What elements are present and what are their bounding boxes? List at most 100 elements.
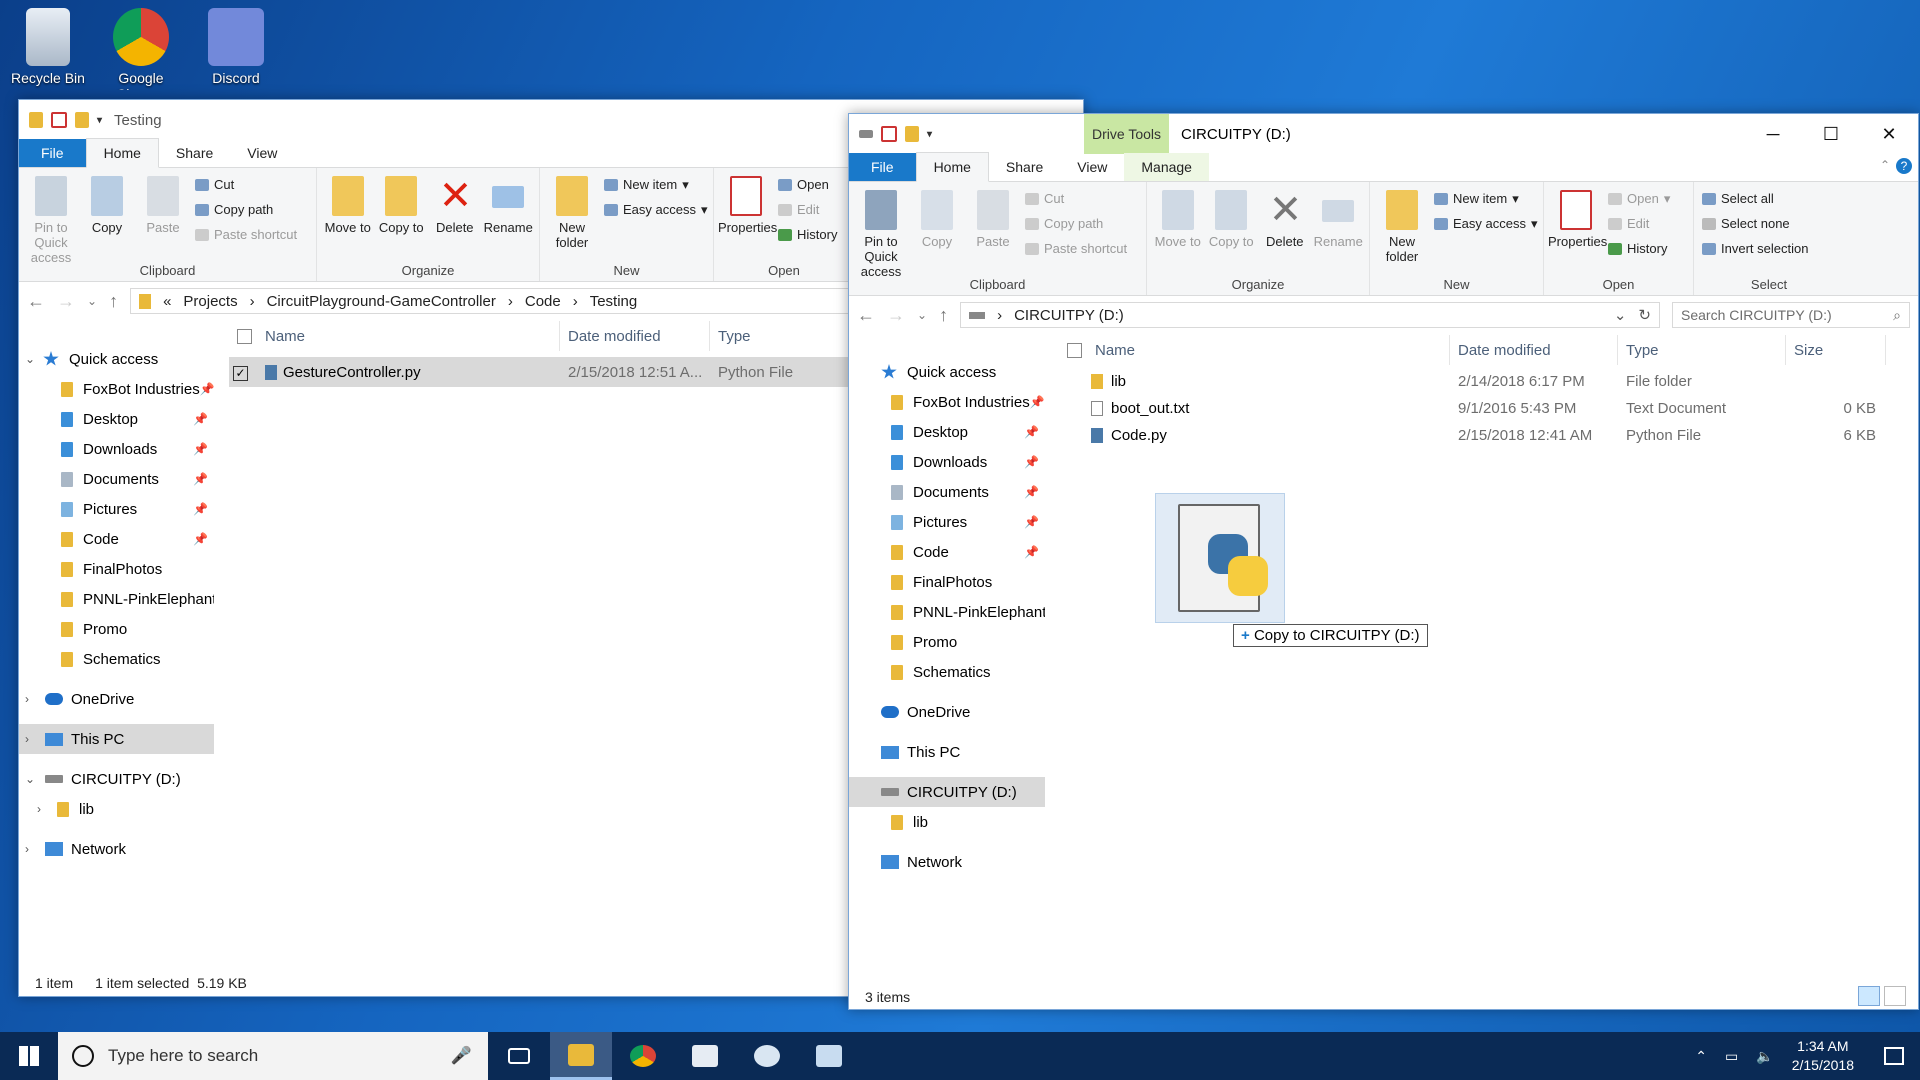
- table-row[interactable]: Code.py 2/15/2018 12:41 AM Python File 6…: [1059, 422, 1909, 449]
- breadcrumb-overflow[interactable]: «: [163, 293, 171, 310]
- nav-foxbot[interactable]: FoxBot Industries 📌: [849, 387, 1045, 417]
- desktop-icon-discord[interactable]: Discord: [188, 0, 284, 86]
- taskbar-photos[interactable]: [798, 1032, 860, 1080]
- nav-circuitpy[interactable]: CIRCUITPY (D:): [849, 777, 1045, 807]
- tab-file[interactable]: File: [849, 153, 916, 181]
- column-date[interactable]: Date modified: [560, 321, 710, 351]
- taskbar-editor[interactable]: [674, 1032, 736, 1080]
- table-row[interactable]: lib 2/14/2018 6:17 PM File folder: [1059, 368, 1909, 395]
- new-folder-icon[interactable]: [905, 126, 919, 142]
- nav-this-pc[interactable]: › This PC: [19, 724, 214, 754]
- nav-pnnl[interactable]: PNNL-PinkElephant: [849, 597, 1045, 627]
- table-row[interactable]: boot_out.txt 9/1/2016 5:43 PM Text Docum…: [1059, 395, 1909, 422]
- large-icons-view-icon[interactable]: [1884, 986, 1906, 1006]
- taskbar-file-explorer[interactable]: [550, 1032, 612, 1080]
- nav-downloads[interactable]: Downloads 📌: [19, 434, 214, 464]
- tab-home[interactable]: Home: [915, 152, 989, 182]
- nav-desktop[interactable]: Desktop 📌: [19, 404, 214, 434]
- taskbar-search[interactable]: Type here to search 🎤: [58, 1032, 488, 1080]
- minimize-button[interactable]: ─: [1744, 114, 1802, 154]
- action-center-icon[interactable]: [1884, 1047, 1904, 1065]
- edit-button[interactable]: Edit: [1608, 211, 1670, 236]
- refresh-icon[interactable]: ↻: [1638, 306, 1651, 324]
- new-item-button[interactable]: New item ▾: [1434, 186, 1538, 211]
- cut-button[interactable]: Cut: [1025, 186, 1127, 211]
- nav-onedrive[interactable]: OneDrive: [849, 697, 1045, 727]
- nav-onedrive[interactable]: › OneDrive: [19, 684, 214, 714]
- easy-access-button[interactable]: Easy access ▾: [604, 197, 708, 222]
- nav-pnnl[interactable]: PNNL-PinkElephant: [19, 584, 214, 614]
- microphone-icon[interactable]: 🎤: [451, 1046, 472, 1066]
- forward-arrow-icon[interactable]: →: [57, 291, 75, 312]
- address-dropdown-icon[interactable]: ⌄: [1614, 306, 1627, 324]
- expand-chevron-icon[interactable]: ›: [37, 802, 51, 816]
- clock[interactable]: 1:34 AM 2/15/2018: [1792, 1037, 1854, 1075]
- nav-desktop[interactable]: Desktop 📌: [849, 417, 1045, 447]
- collapse-ribbon-chevron-icon[interactable]: ⌃: [1880, 158, 1890, 172]
- nav-documents[interactable]: Documents 📌: [849, 477, 1045, 507]
- desktop-icon-chrome[interactable]: Google Chrome: [93, 0, 189, 90]
- select-none-button[interactable]: Select none: [1702, 211, 1808, 236]
- help-icon[interactable]: ?: [1896, 158, 1912, 174]
- cut-button[interactable]: Cut: [195, 172, 297, 197]
- task-view-button[interactable]: [488, 1032, 550, 1080]
- column-date[interactable]: Date modified: [1450, 335, 1618, 365]
- nav-network[interactable]: Network: [849, 847, 1045, 877]
- forward-arrow-icon[interactable]: →: [887, 305, 905, 326]
- column-size[interactable]: Size: [1786, 335, 1886, 365]
- address-bar[interactable]: › CIRCUITPY (D:) ⌄ ↻: [960, 302, 1660, 328]
- select-all-checkbox[interactable]: [229, 321, 257, 351]
- nav-schematics[interactable]: Schematics: [19, 644, 214, 674]
- open-button[interactable]: Open ▾: [1608, 186, 1670, 211]
- copy-path-button[interactable]: Copy path: [1025, 211, 1127, 236]
- maximize-button[interactable]: ☐: [1802, 114, 1860, 154]
- nav-promo[interactable]: Promo: [19, 614, 214, 644]
- paste-shortcut-button[interactable]: Paste shortcut: [1025, 236, 1127, 261]
- nav-foxbot[interactable]: FoxBot Industries 📌: [19, 374, 214, 404]
- collapse-chevron-icon[interactable]: ⌄: [25, 772, 39, 786]
- quick-access-toolbar[interactable]: ▾: [859, 126, 932, 142]
- breadcrumb-circuitplayground[interactable]: CircuitPlayground-GameController: [267, 293, 496, 310]
- battery-icon[interactable]: ▭: [1725, 1048, 1738, 1065]
- expand-chevron-icon[interactable]: ›: [25, 842, 39, 856]
- select-all-button[interactable]: Select all: [1702, 186, 1808, 211]
- back-arrow-icon[interactable]: ←: [27, 291, 45, 312]
- quick-access-toolbar[interactable]: ▾: [29, 112, 102, 128]
- open-button[interactable]: Open: [778, 172, 837, 197]
- expand-chevron-icon[interactable]: ›: [25, 692, 39, 706]
- properties-check-icon[interactable]: [881, 126, 897, 142]
- tab-view[interactable]: View: [230, 139, 294, 167]
- nav-code[interactable]: Code 📌: [849, 537, 1045, 567]
- column-type[interactable]: Type: [710, 321, 860, 351]
- tab-manage[interactable]: Manage: [1124, 153, 1209, 181]
- recent-chevron-icon[interactable]: ⌄: [917, 308, 927, 322]
- properties-check-icon[interactable]: [51, 112, 67, 128]
- nav-finalphotos[interactable]: FinalPhotos: [849, 567, 1045, 597]
- history-button[interactable]: History: [778, 222, 837, 247]
- column-type[interactable]: Type: [1618, 335, 1786, 365]
- nav-quick-access[interactable]: ⌄ Quick access: [19, 344, 214, 374]
- tab-share[interactable]: Share: [159, 139, 230, 167]
- tab-share[interactable]: Share: [989, 153, 1060, 181]
- nav-code[interactable]: Code 📌: [19, 524, 214, 554]
- nav-this-pc[interactable]: This PC: [849, 737, 1045, 767]
- history-button[interactable]: History: [1608, 236, 1670, 261]
- volume-icon[interactable]: 🔈: [1756, 1048, 1773, 1065]
- expand-chevron-icon[interactable]: ›: [25, 732, 39, 746]
- search-input[interactable]: Search CIRCUITPY (D:) ⌕: [1672, 302, 1910, 328]
- details-view-icon[interactable]: [1858, 986, 1880, 1006]
- easy-access-button[interactable]: Easy access ▾: [1434, 211, 1538, 236]
- nav-documents[interactable]: Documents 📌: [19, 464, 214, 494]
- copy-path-button[interactable]: Copy path: [195, 197, 297, 222]
- nav-promo[interactable]: Promo: [849, 627, 1045, 657]
- nav-finalphotos[interactable]: FinalPhotos: [19, 554, 214, 584]
- breadcrumb-circuitpy[interactable]: CIRCUITPY (D:): [1014, 307, 1124, 324]
- nav-lib[interactable]: › lib: [19, 794, 214, 824]
- column-name[interactable]: Name: [1087, 335, 1450, 365]
- nav-network[interactable]: › Network: [19, 834, 214, 864]
- address-bar[interactable]: « Projects › CircuitPlayground-GameContro…: [130, 288, 963, 314]
- up-arrow-icon[interactable]: ↑: [109, 291, 118, 312]
- taskbar-paint[interactable]: [736, 1032, 798, 1080]
- nav-quick-access[interactable]: Quick access: [849, 357, 1045, 387]
- nav-pictures[interactable]: Pictures 📌: [849, 507, 1045, 537]
